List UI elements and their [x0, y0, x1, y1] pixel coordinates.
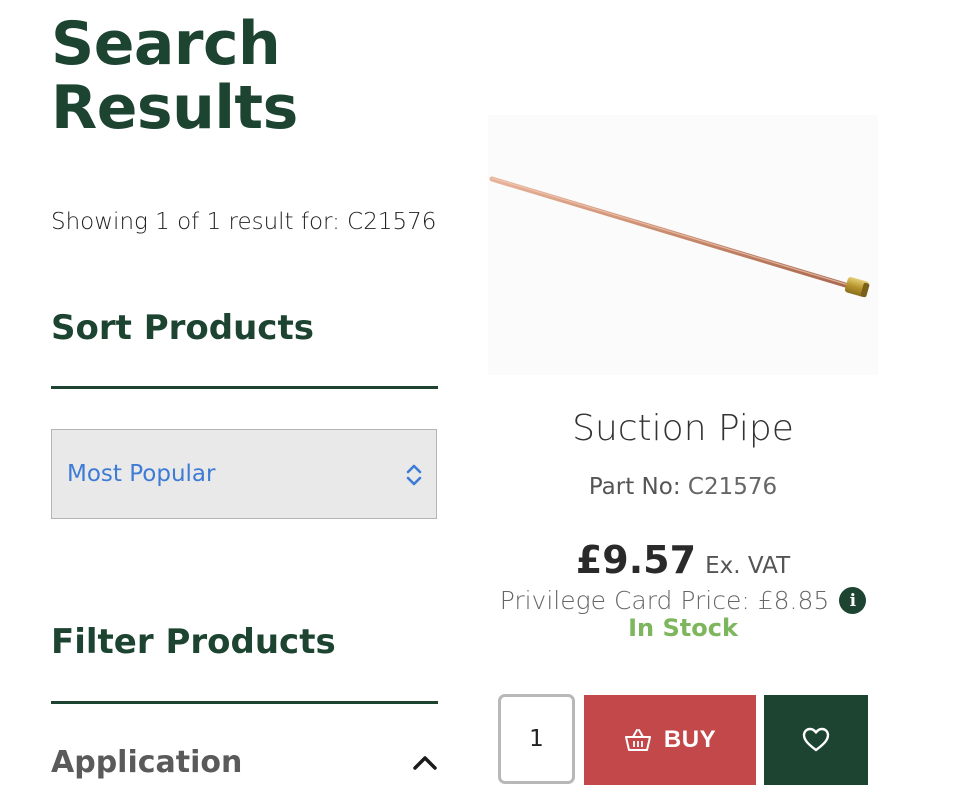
info-icon[interactable]: i [839, 587, 867, 614]
sort-products-heading: Sort Products [51, 308, 314, 348]
price-row: £9.57 Ex. VAT [488, 538, 878, 582]
filter-group-application[interactable]: Application [51, 740, 438, 784]
privilege-card-price: Privilege Card Price: £8.85 [499, 586, 830, 615]
divider [51, 386, 438, 389]
product-image[interactable] [488, 115, 878, 375]
privilege-price-row: Privilege Card Price: £8.85 i [488, 586, 878, 615]
buy-label: BUY [663, 726, 717, 753]
basket-icon [624, 729, 651, 751]
quantity-input[interactable] [498, 694, 575, 784]
page-title: Search Results [51, 9, 298, 143]
updown-chevron-icon [406, 464, 422, 486]
suction-pipe-image [489, 176, 870, 298]
filter-group-label: Application [51, 744, 243, 780]
buy-button[interactable]: BUY [584, 695, 756, 785]
price-vat-label: Ex. VAT [705, 553, 791, 579]
filter-products-heading: Filter Products [51, 622, 336, 662]
product-price: £9.57 [575, 538, 697, 582]
stock-status: In Stock [628, 614, 738, 642]
part-number: Part No: C21576 [488, 474, 878, 500]
wishlist-button[interactable] [764, 695, 868, 785]
part-number-value: C21576 [687, 474, 778, 500]
part-number-label: Part No: [588, 474, 681, 500]
chevron-up-icon [413, 756, 437, 770]
heart-icon [802, 727, 830, 752]
sort-select-value: Most Popular [67, 461, 216, 487]
divider [51, 701, 438, 704]
product-name[interactable]: Suction Pipe [488, 408, 878, 449]
sort-select[interactable]: Most Popular [51, 429, 437, 519]
results-summary: Showing 1 of 1 result for: C21576 [51, 209, 437, 235]
